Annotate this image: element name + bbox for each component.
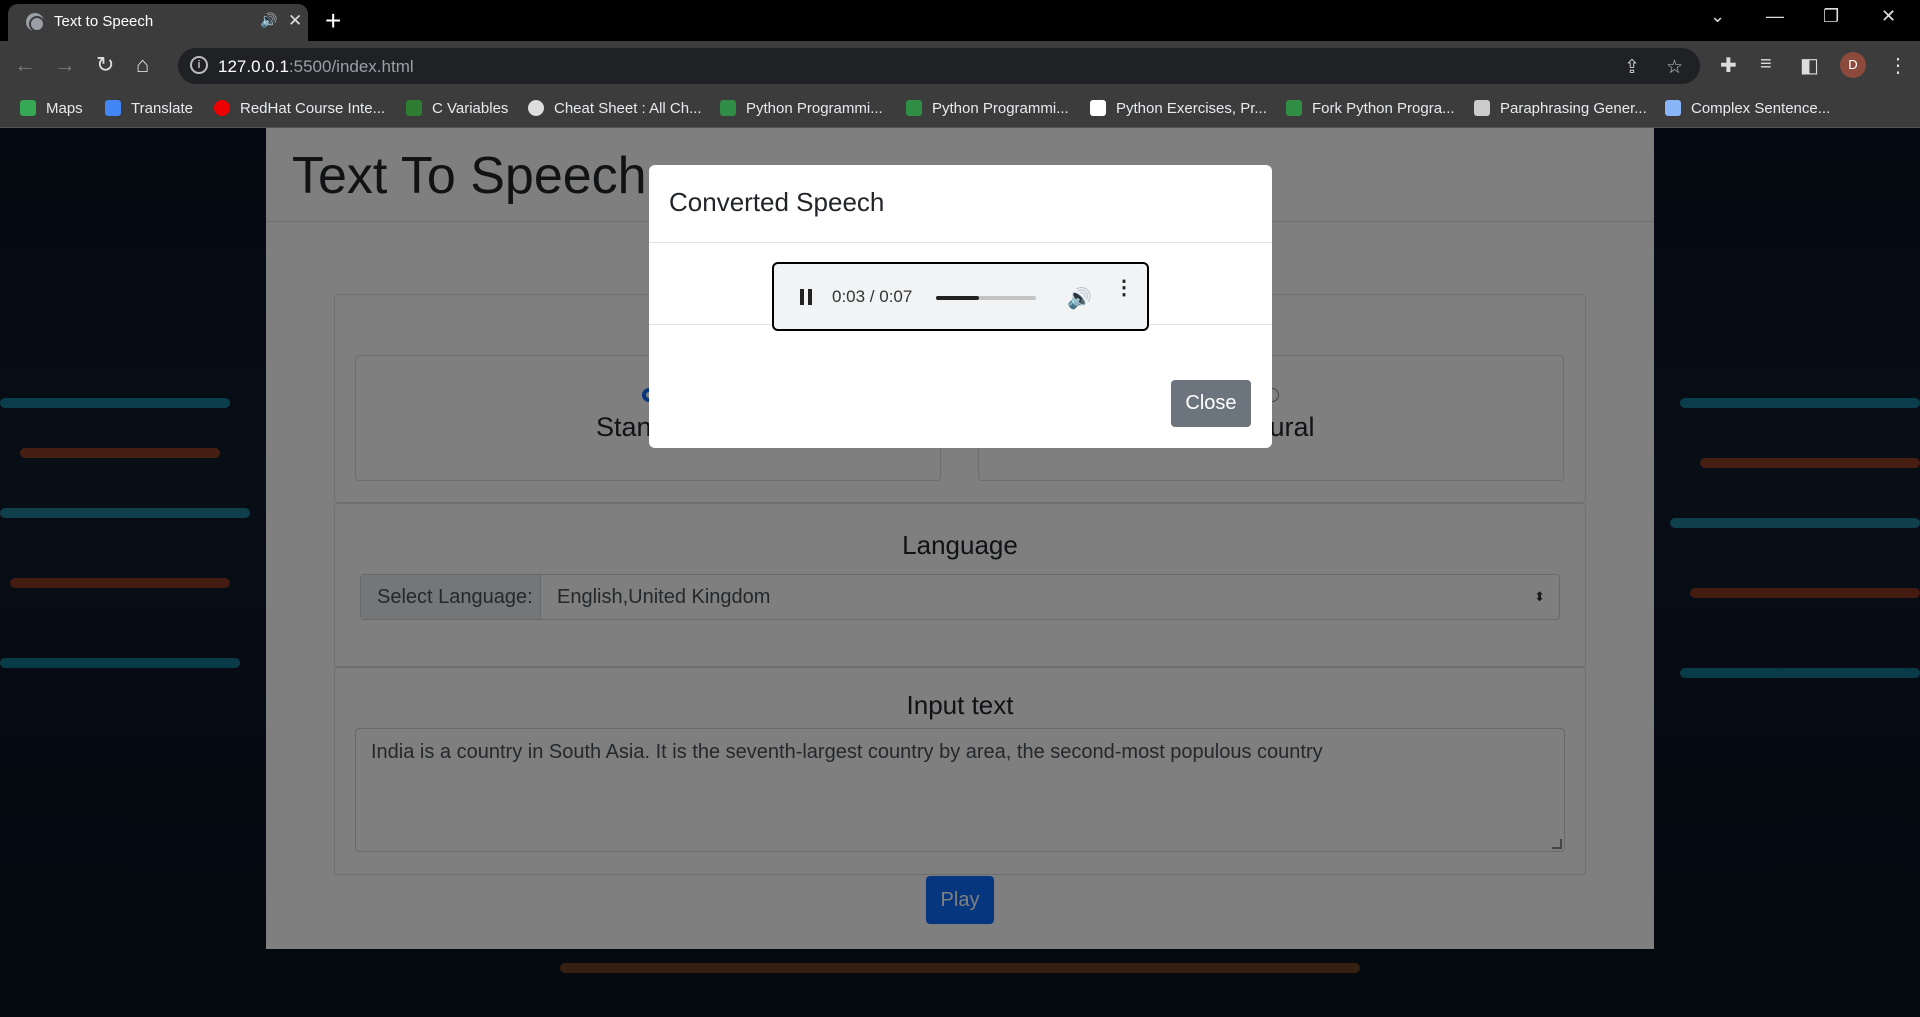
gfg-icon (1286, 100, 1302, 116)
new-tab-button[interactable]: + (325, 5, 341, 37)
close-button[interactable]: Close (1171, 380, 1251, 427)
w3-icon (406, 100, 422, 116)
bookmark-complex-sentence[interactable]: Complex Sentence... (1665, 100, 1830, 117)
address-bar[interactable]: i 127.0.0.1:5500/index.html ⇪ ☆ (178, 48, 1700, 84)
url-text[interactable]: 127.0.0.1:5500/index.html (218, 57, 414, 77)
bookmark-fork-python[interactable]: Fork Python Progra... (1286, 100, 1455, 117)
bookmark-paraphrasing[interactable]: Paraphrasing Gener... (1474, 100, 1647, 117)
site-icon (1665, 100, 1681, 116)
bookmarks-bar: Maps Translate RedHat Course Inte... C V… (0, 90, 1920, 128)
more-menu-icon[interactable]: ⋮ (1888, 53, 1908, 78)
bookmark-redhat[interactable]: RedHat Course Inte... (214, 100, 385, 117)
modal-header: Converted Speech (649, 165, 1272, 243)
profile-avatar[interactable]: D (1840, 52, 1866, 78)
tab-search-icon[interactable]: ⌄ (1710, 6, 1725, 27)
side-panel-icon[interactable]: ◧ (1800, 53, 1819, 78)
bookmark-translate[interactable]: Translate (105, 100, 193, 117)
reload-icon[interactable]: ↻ (96, 52, 114, 78)
gfg-icon (906, 100, 922, 116)
bookmark-c-variables[interactable]: C Variables (406, 100, 508, 117)
restore-button[interactable]: ❐ (1823, 6, 1839, 27)
w3resource-icon (1090, 100, 1106, 116)
bookmark-cheat-sheet[interactable]: Cheat Sheet : All Ch... (528, 100, 702, 117)
tab-close-icon[interactable]: ✕ (288, 11, 302, 31)
bookmark-star-icon[interactable]: ☆ (1666, 56, 1683, 79)
extensions-icon[interactable]: ✚ (1720, 53, 1737, 78)
globe-icon (528, 100, 544, 116)
tab-title: Text to Speech (54, 13, 154, 30)
audio-progress-fill (936, 296, 979, 300)
redhat-icon (214, 100, 230, 116)
tab-strip: Text to Speech 🔊 ✕ + ⌄ — ❐ ✕ (0, 0, 1920, 41)
maps-icon (20, 100, 36, 116)
home-icon[interactable]: ⌂ (136, 52, 149, 78)
audio-seek-bar[interactable] (936, 296, 1036, 300)
converted-speech-modal: Converted Speech 0:03 / 0:07 🔊 ⋮ Close (649, 165, 1272, 448)
bookmark-python-exercises[interactable]: Python Exercises, Pr... (1090, 100, 1267, 117)
back-icon[interactable]: ← (14, 52, 36, 78)
window-close-button[interactable]: ✕ (1881, 6, 1896, 27)
globe-icon (26, 13, 45, 32)
speaker-icon[interactable]: 🔊 (260, 12, 277, 29)
media-control-icon[interactable]: ≡ (1760, 53, 1772, 76)
audio-player: 0:03 / 0:07 🔊 ⋮ (772, 262, 1149, 331)
bookmark-python-1[interactable]: Python Programmi... (720, 100, 883, 117)
audio-time: 0:03 / 0:07 (832, 287, 913, 306)
browser-toolbar: ← → ↻ ⌂ i 127.0.0.1:5500/index.html ⇪ ☆ … (0, 41, 1920, 90)
forward-icon[interactable]: → (54, 52, 76, 78)
share-icon[interactable]: ⇪ (1624, 56, 1640, 79)
quill-icon (1474, 100, 1490, 116)
gfg-icon (720, 100, 736, 116)
bookmark-maps[interactable]: Maps (20, 100, 83, 117)
bookmark-python-2[interactable]: Python Programmi... (906, 100, 1069, 117)
volume-icon[interactable]: 🔊 (1067, 286, 1092, 311)
modal-body: 0:03 / 0:07 🔊 ⋮ (649, 243, 1272, 331)
modal-title: Converted Speech (669, 187, 885, 217)
pause-icon[interactable] (799, 289, 813, 305)
audio-more-icon[interactable]: ⋮ (1114, 278, 1134, 298)
translate-icon (105, 100, 121, 116)
tab-text-to-speech[interactable]: Text to Speech 🔊 ✕ (8, 4, 308, 41)
site-info-icon[interactable]: i (190, 56, 208, 74)
minimize-button[interactable]: — (1766, 6, 1784, 27)
